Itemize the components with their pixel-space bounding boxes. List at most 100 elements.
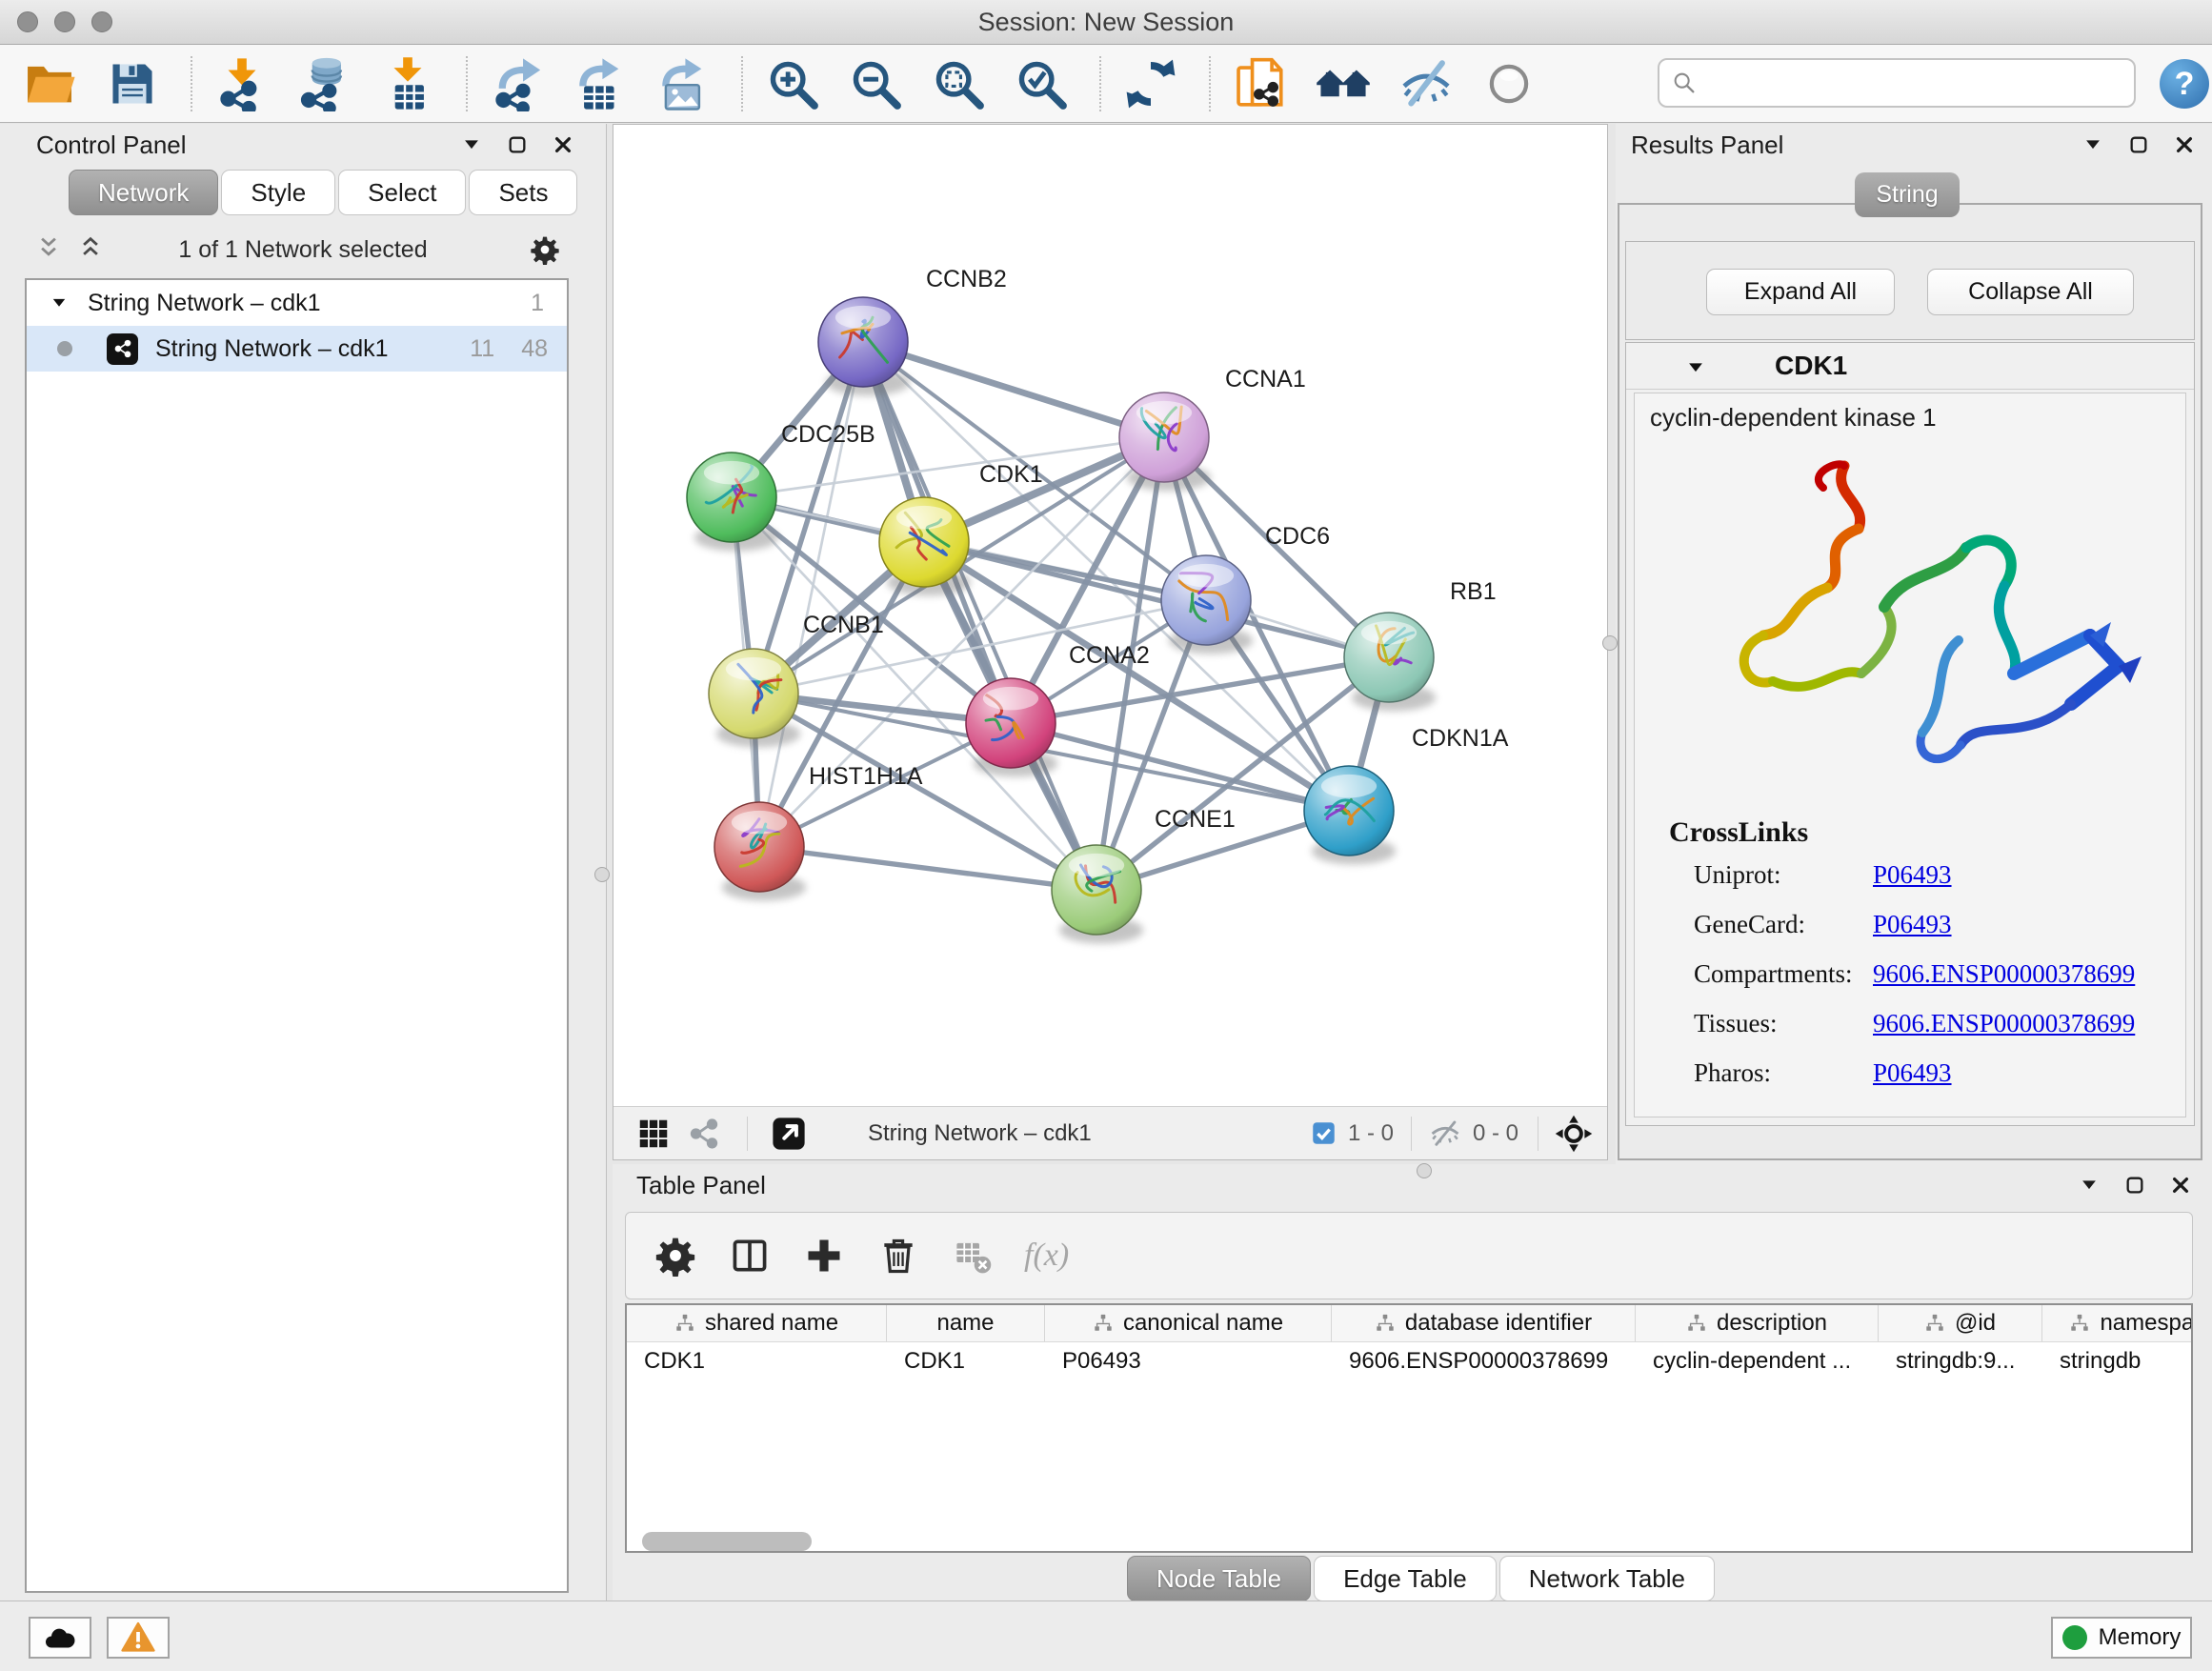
function-builder-icon[interactable]: f(x) — [1024, 1233, 1069, 1278]
tab-edge-table[interactable]: Edge Table — [1314, 1556, 1497, 1601]
crosslink-link[interactable]: P06493 — [1873, 860, 1952, 889]
expand-all-button[interactable]: Expand All — [1706, 269, 1895, 315]
node-label-HIST1H1A: HIST1H1A — [809, 763, 923, 790]
houses-button[interactable] — [1315, 54, 1372, 113]
open-session-button[interactable] — [21, 54, 78, 113]
zoom-in-button[interactable] — [764, 54, 821, 113]
zoom-out-button[interactable] — [847, 54, 904, 113]
search-input[interactable] — [1658, 58, 2136, 108]
network-options-gear-icon[interactable] — [530, 234, 560, 265]
crosslink-link[interactable]: 9606.ENSP00000378699 — [1873, 1009, 2135, 1037]
import-database-button[interactable] — [296, 54, 353, 113]
shared-column-icon — [1093, 1313, 1114, 1334]
table-panel-maximize-icon[interactable] — [2124, 1175, 2145, 1196]
zoom-fit-button[interactable] — [930, 54, 987, 113]
results-panel-close-icon[interactable] — [2174, 134, 2195, 155]
add-column-icon[interactable] — [801, 1233, 847, 1278]
search-field-wrap — [1658, 58, 2136, 108]
network-node-CDC25B[interactable]: CDC25B — [687, 421, 875, 551]
table-panel-close-icon[interactable] — [2170, 1175, 2191, 1196]
import-table-button[interactable] — [379, 54, 436, 113]
tab-string[interactable]: String — [1855, 172, 1960, 217]
tab-sets[interactable]: Sets — [469, 170, 577, 215]
network-row[interactable]: String Network – cdk1 11 48 — [27, 326, 567, 372]
network-node-CCNA1[interactable]: CCNA1 — [1119, 366, 1306, 491]
save-session-button[interactable] — [104, 54, 161, 113]
window-title: Session: New Session — [0, 0, 2212, 44]
network-view-panel: CCNB2CCNA1CDC25BCDK1CDC6RB1CCNB1CCNA2CDK… — [613, 124, 1608, 1160]
gene-section-header[interactable]: CDK1 — [1626, 343, 2194, 390]
column-header-canonical-name[interactable]: canonical name — [1045, 1305, 1332, 1341]
show-columns-icon[interactable] — [727, 1233, 773, 1278]
column-header-name[interactable]: name — [887, 1305, 1045, 1341]
hide-selected-button[interactable] — [1398, 54, 1455, 113]
column-header--id[interactable]: @id — [1879, 1305, 2042, 1341]
network-node-HIST1H1A[interactable]: HIST1H1A — [714, 763, 923, 900]
column-header-namespace[interactable]: namespace — [2042, 1305, 2193, 1341]
delete-table-icon[interactable] — [950, 1233, 995, 1278]
tab-network-table[interactable]: Network Table — [1499, 1556, 1715, 1601]
network-collection-row[interactable]: String Network – cdk1 1 — [27, 280, 567, 326]
fit-selected-crosshair-icon[interactable] — [1554, 1114, 1594, 1154]
expand-collapse-box: Expand All Collapse All — [1625, 241, 2195, 340]
network-node-CDKN1A[interactable]: CDKN1A — [1304, 725, 1509, 864]
tab-node-table[interactable]: Node Table — [1127, 1556, 1311, 1601]
collection-expander-icon[interactable] — [50, 293, 69, 312]
results-panel-maximize-icon[interactable] — [2128, 134, 2149, 155]
window-maximize-button[interactable] — [91, 11, 112, 32]
bottom-splitter-handle[interactable] — [1417, 1163, 1432, 1178]
network-view-dot-icon — [57, 341, 72, 356]
table-options-gear-icon[interactable] — [653, 1233, 698, 1278]
results-panel-float-icon[interactable] — [2082, 134, 2103, 155]
clone-network-button[interactable] — [1232, 54, 1289, 113]
column-header-shared-name[interactable]: shared name — [627, 1305, 887, 1341]
window-close-button[interactable] — [17, 11, 38, 32]
table-row[interactable]: CDK1CDK1P064939606.ENSP00000378699cyclin… — [627, 1342, 2193, 1380]
horizontal-scrollbar-thumb[interactable] — [642, 1532, 812, 1551]
control-panel-float-icon[interactable] — [461, 134, 482, 155]
cloud-icon — [43, 1621, 77, 1655]
toolbar-separator — [191, 56, 192, 111]
export-image-button[interactable] — [654, 54, 712, 113]
network-canvas[interactable]: CCNB2CCNA1CDC25BCDK1CDC6RB1CCNB1CCNA2CDK… — [613, 125, 1607, 1107]
tab-select[interactable]: Select — [338, 170, 466, 215]
crosslink-link[interactable]: 9606.ENSP00000378699 — [1873, 959, 2135, 988]
collapse-all-button[interactable]: Collapse All — [1927, 269, 2134, 315]
memory-button[interactable]: Memory — [2051, 1617, 2192, 1659]
hidden-eye-slash-icon[interactable] — [1429, 1117, 1461, 1150]
warnings-button[interactable] — [107, 1617, 170, 1659]
network-node-CCNB1[interactable]: CCNB1 — [709, 612, 884, 747]
right-splitter-handle[interactable] — [1602, 635, 1618, 651]
node-label-CDKN1A: CDKN1A — [1412, 725, 1509, 752]
delete-column-icon[interactable] — [875, 1233, 921, 1278]
crosslink-link[interactable]: P06493 — [1873, 1058, 1952, 1087]
apply-layout-button[interactable] — [1122, 54, 1179, 113]
export-network-button[interactable] — [489, 54, 546, 113]
grid-view-icon[interactable] — [636, 1117, 671, 1151]
column-header-label: description — [1717, 1310, 1827, 1337]
table-panel-float-icon[interactable] — [2079, 1175, 2100, 1196]
column-header-database-identifier[interactable]: database identifier — [1332, 1305, 1636, 1341]
tab-network[interactable]: Network — [69, 170, 218, 215]
column-header-description[interactable]: description — [1636, 1305, 1879, 1341]
import-network-button[interactable] — [213, 54, 271, 113]
show-all-button[interactable] — [1480, 54, 1538, 113]
open-in-new-window-icon[interactable] — [771, 1116, 807, 1152]
export-table-button[interactable] — [572, 54, 629, 113]
selected-checkbox-icon[interactable] — [1311, 1120, 1337, 1146]
gene-section: CDK1 cyclin-dependent kinase 1 — [1625, 342, 2195, 1126]
zoom-selected-button[interactable] — [1013, 54, 1070, 113]
help-button[interactable]: ? — [2160, 59, 2209, 109]
network-edge — [759, 847, 1096, 890]
tab-style[interactable]: Style — [221, 170, 335, 215]
window-minimize-button[interactable] — [54, 11, 75, 32]
crosslink-link[interactable]: P06493 — [1873, 910, 1952, 938]
control-panel-close-icon[interactable] — [553, 134, 573, 155]
network-share-icon[interactable] — [688, 1117, 720, 1150]
left-splitter-handle[interactable] — [594, 867, 610, 882]
network-node-RB1[interactable]: RB1 — [1344, 578, 1497, 711]
control-panel-maximize-icon[interactable] — [507, 134, 528, 155]
node-label-CCNE1: CCNE1 — [1155, 806, 1236, 833]
gene-expander-icon[interactable] — [1685, 357, 1706, 378]
cloud-button[interactable] — [29, 1617, 91, 1659]
